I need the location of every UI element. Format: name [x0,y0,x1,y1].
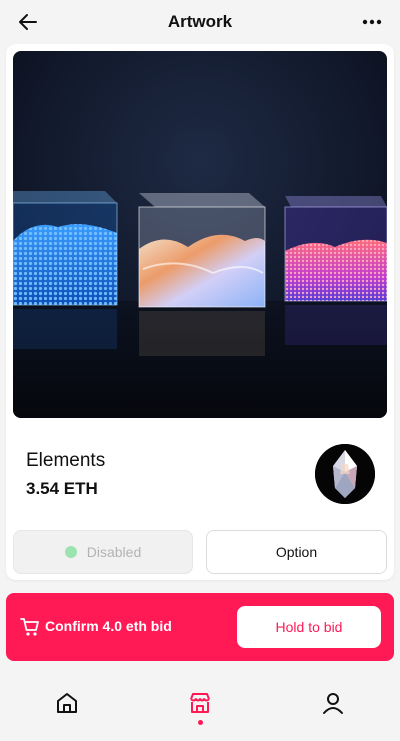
glass-cubes-artwork [13,51,387,418]
hold-to-bid-label: Hold to bid [275,619,343,635]
arrow-left-icon[interactable] [14,10,42,34]
hold-to-bid-button[interactable]: Hold to bid [237,606,381,648]
disabled-button: Disabled [13,530,193,574]
artwork-image[interactable] [13,51,387,418]
option-label: Option [275,544,318,560]
artwork-card: Elements 3.54 ETH Disabled Option [6,44,394,580]
status-dot [64,546,77,558]
home-icon[interactable] [54,690,80,716]
crystal-avatar[interactable] [315,444,375,504]
disabled-label: Disabled [86,544,142,560]
artwork-price: 3.54 ETH [26,479,98,498]
header: Artwork [0,0,400,44]
option-button[interactable]: Option [206,530,387,574]
page-title: Artwork [167,12,233,31]
cart-icon [20,618,39,636]
tab-bar [0,676,400,741]
store-icon[interactable] [187,690,213,716]
artwork-name: Elements [26,450,106,471]
active-tab-indicator [198,720,203,725]
crystal-icon [315,444,375,504]
user-icon[interactable] [320,690,346,716]
confirm-bid-label: Confirm 4.0 eth bid [45,618,172,634]
bid-bar: Confirm 4.0 eth bid Hold to bid [6,593,394,661]
more-horizontal-icon[interactable] [358,10,386,34]
